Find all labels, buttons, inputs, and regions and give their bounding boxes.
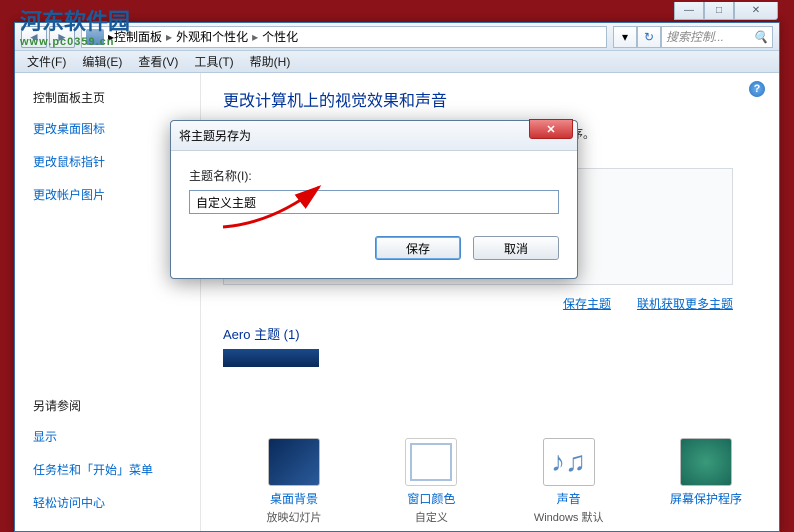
breadcrumb-dropdown-button[interactable]: ▾ — [613, 26, 637, 48]
window-color-setting[interactable]: 窗口颜色 自定义 — [372, 438, 490, 525]
menu-file[interactable]: 文件(F) — [19, 51, 74, 72]
menu-edit[interactable]: 编辑(E) — [74, 51, 130, 72]
dialog-titlebar[interactable]: 将主题另存为 ✕ — [171, 121, 577, 151]
address-toolbar: ◄ ► ▸ 控制面板 ▸ 外观和个性化 ▸ 个性化 ▾ ↻ 搜索控制... 🔍 — [15, 23, 779, 51]
menu-help[interactable]: 帮助(H) — [242, 51, 299, 72]
theme-name-input[interactable] — [189, 190, 559, 214]
see-also-ease-of-access[interactable]: 轻松访问中心 — [33, 494, 190, 511]
refresh-button[interactable]: ↻ — [637, 26, 661, 48]
window-close-button[interactable]: ✕ — [734, 2, 778, 20]
back-button[interactable]: ◄ — [21, 26, 47, 48]
see-also-display[interactable]: 显示 — [33, 428, 190, 445]
breadcrumb[interactable]: ▸ 控制面板 ▸ 外观和个性化 ▸ 个性化 — [81, 26, 607, 48]
theme-name-label: 主题名称(I): — [189, 167, 559, 184]
save-theme-dialog: 将主题另存为 ✕ 主题名称(I): 保存 取消 — [170, 120, 578, 279]
dialog-close-button[interactable]: ✕ — [529, 119, 573, 139]
see-also-heading: 另请参阅 — [33, 397, 190, 414]
breadcrumb-seg[interactable]: 个性化 — [262, 28, 298, 45]
screen-saver-icon — [680, 438, 732, 486]
aero-themes-heading: Aero 主题 (1) — [223, 324, 761, 343]
sidebar-link-account-picture[interactable]: 更改帐户图片 — [33, 186, 190, 203]
desktop-background-icon — [268, 438, 320, 486]
sound-icon: ♪♫ — [543, 438, 595, 486]
page-title: 更改计算机上的视觉效果和声音 — [223, 87, 761, 111]
help-icon[interactable]: ? — [749, 81, 765, 97]
cancel-button[interactable]: 取消 — [473, 236, 559, 260]
sidebar-link-desktop-icons[interactable]: 更改桌面图标 — [33, 120, 190, 137]
search-placeholder: 搜索控制... — [666, 28, 724, 45]
see-also-taskbar[interactable]: 任务栏和「开始」菜单 — [33, 461, 190, 478]
menu-view[interactable]: 查看(V) — [130, 51, 186, 72]
window-minimize-button[interactable]: — — [674, 2, 704, 20]
window-color-icon — [405, 438, 457, 486]
screen-saver-setting[interactable]: 屏幕保护程序 — [647, 438, 765, 525]
sidebar-home[interactable]: 控制面板主页 — [33, 89, 190, 106]
window-maximize-button[interactable]: □ — [704, 2, 734, 20]
get-more-themes-link[interactable]: 联机获取更多主题 — [637, 295, 733, 312]
forward-button[interactable]: ► — [49, 26, 75, 48]
aero-theme-thumbnail[interactable] — [223, 349, 319, 367]
menu-bar: 文件(F) 编辑(E) 查看(V) 工具(T) 帮助(H) — [15, 51, 779, 73]
sound-setting[interactable]: ♪♫ 声音 Windows 默认 — [510, 438, 628, 525]
save-button[interactable]: 保存 — [375, 236, 461, 260]
menu-tools[interactable]: 工具(T) — [186, 51, 241, 72]
save-theme-link[interactable]: 保存主题 — [563, 295, 611, 312]
dialog-title-text: 将主题另存为 — [179, 127, 251, 144]
search-input[interactable]: 搜索控制... 🔍 — [661, 26, 773, 48]
control-panel-icon — [86, 29, 104, 45]
footer-settings-row: 桌面背景 放映幻灯片 窗口颜色 自定义 ♪♫ 声音 Windows 默认 屏幕保… — [235, 438, 765, 525]
sidebar-link-mouse-pointer[interactable]: 更改鼠标指针 — [33, 153, 190, 170]
breadcrumb-seg[interactable]: 控制面板 — [114, 28, 162, 45]
desktop-background-setting[interactable]: 桌面背景 放映幻灯片 — [235, 438, 353, 525]
breadcrumb-seg[interactable]: 外观和个性化 — [176, 28, 248, 45]
search-icon[interactable]: 🔍 — [753, 30, 768, 44]
